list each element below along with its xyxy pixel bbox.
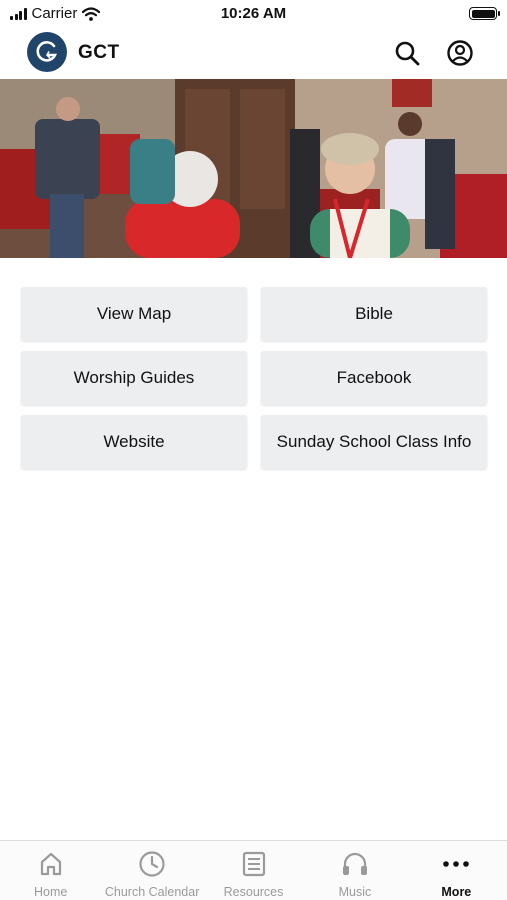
church-gathering-photo: [0, 79, 507, 258]
tab-resources[interactable]: Resources: [203, 841, 304, 900]
tab-music-label: Music: [338, 885, 372, 899]
home-icon: [40, 852, 61, 876]
tab-bar: Home Church Calendar Resources Music Mor…: [0, 840, 507, 900]
tab-church-calendar[interactable]: Church Calendar: [101, 841, 202, 900]
tab-more[interactable]: More: [406, 841, 507, 900]
facebook-button[interactable]: Facebook: [261, 351, 487, 405]
bible-button[interactable]: Bible: [261, 287, 487, 341]
tab-home-label: Home: [34, 885, 68, 899]
status-bar: Carrier 10:26 AM: [0, 0, 507, 28]
tab-more-label: More: [441, 885, 472, 899]
view-map-button[interactable]: View Map: [21, 287, 247, 341]
search-icon[interactable]: [392, 38, 422, 68]
gct-logo-icon[interactable]: [27, 32, 67, 72]
clock-icon: [139, 851, 165, 877]
tab-resources-label: Resources: [223, 885, 284, 899]
tab-church-calendar-label: Church Calendar: [104, 885, 200, 899]
quick-links-grid: View Map Bible Worship Guides Facebook W…: [21, 287, 487, 469]
more-icon: [443, 861, 470, 867]
website-button[interactable]: Website: [21, 415, 247, 469]
worship-guides-button[interactable]: Worship Guides: [21, 351, 247, 405]
clock-time: 10:26 AM: [220, 5, 287, 22]
app-title: GCT: [78, 42, 120, 63]
sunday-school-class-info-button[interactable]: Sunday School Class Info: [261, 415, 487, 469]
document-icon: [242, 851, 265, 877]
app-header: GCT: [0, 28, 507, 78]
hero-image: [0, 79, 507, 258]
account-icon[interactable]: [445, 38, 475, 68]
headphones-icon: [342, 852, 367, 875]
tab-home[interactable]: Home: [0, 841, 101, 900]
battery-icon: [469, 7, 500, 20]
tab-music[interactable]: Music: [304, 841, 405, 900]
